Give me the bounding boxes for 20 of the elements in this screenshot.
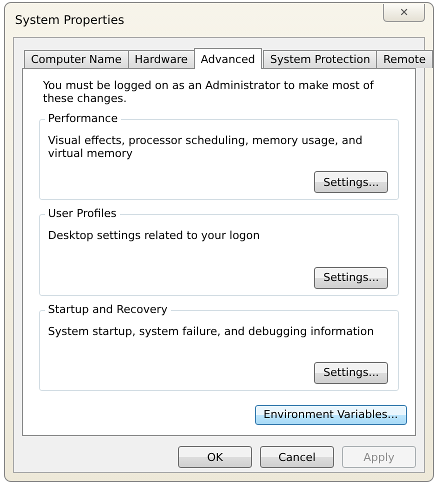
group-title: Performance xyxy=(45,112,121,125)
tab[interactable]: Hardware xyxy=(128,50,195,68)
group-title: User Profiles xyxy=(45,207,120,220)
settings-button[interactable]: Settings... xyxy=(314,362,388,384)
group-description: System startup, system failure, and debugging information xyxy=(48,324,375,338)
group-description: Visual effects, processor scheduling, memory usage, and virtual memory xyxy=(48,134,364,160)
notice-text: You must be logged on as an Administrator to make most of these changes. xyxy=(42,79,375,105)
tab[interactable]: Advanced xyxy=(194,48,262,69)
dialog-button[interactable]: OK xyxy=(178,446,252,468)
dialog-button[interactable]: Cancel xyxy=(260,446,334,468)
environment-variables-button[interactable]: Environment Variables... xyxy=(254,404,407,425)
window-title: System Properties xyxy=(14,13,124,27)
tab[interactable]: System Protection xyxy=(263,50,378,68)
settings-button[interactable]: Settings... xyxy=(314,266,388,289)
settings-button[interactable]: Settings... xyxy=(314,171,388,194)
close-button[interactable]: ✕ xyxy=(383,4,425,22)
tab[interactable]: Computer Name xyxy=(24,50,129,68)
group-title: Startup and Recovery xyxy=(45,302,171,316)
tab[interactable]: Remote xyxy=(376,50,433,68)
group-description: Desktop settings related to your logon xyxy=(48,229,261,242)
